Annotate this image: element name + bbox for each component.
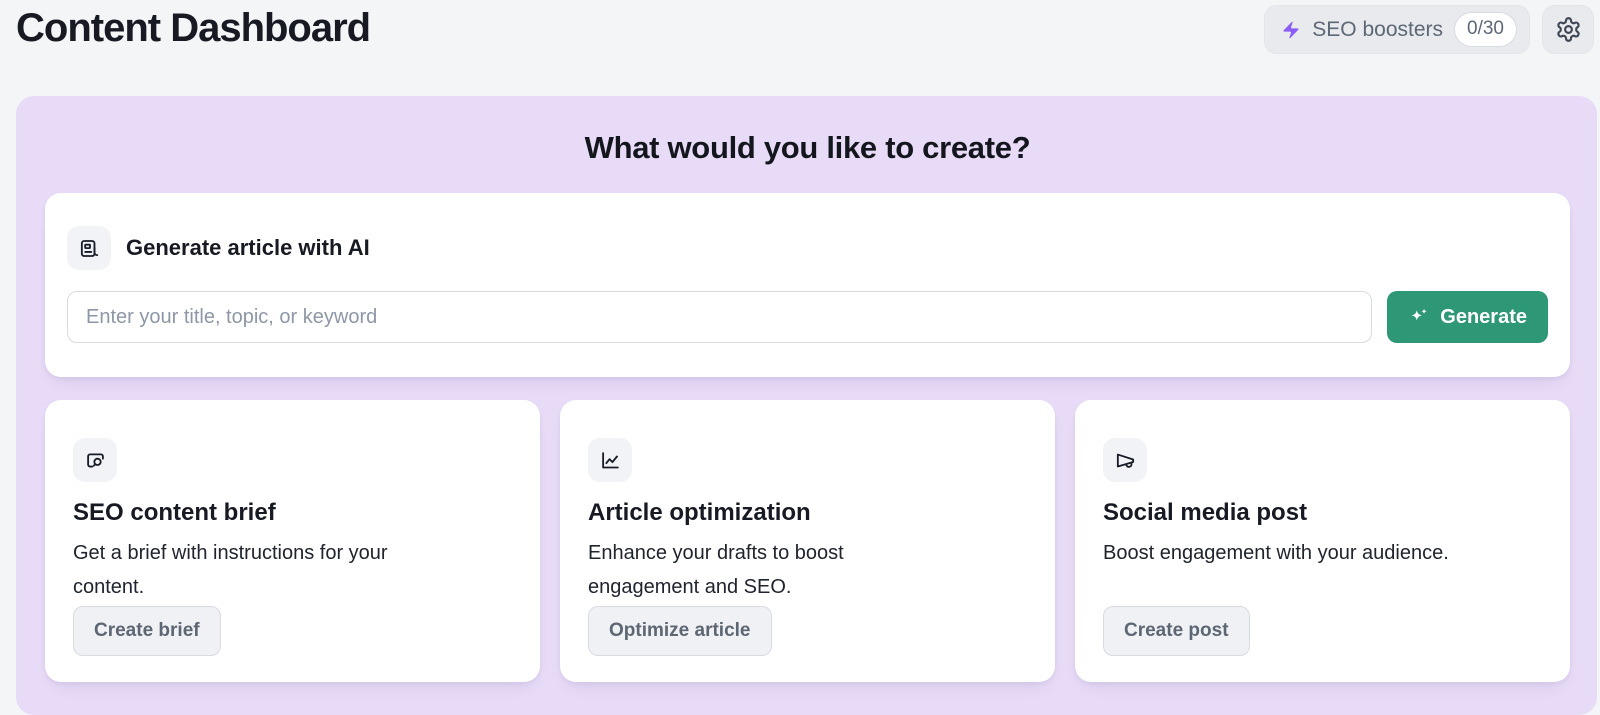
bolt-icon <box>1281 20 1301 40</box>
file-search-icon <box>73 438 117 482</box>
create-brief-button[interactable]: Create brief <box>73 606 221 656</box>
boosters-label: SEO boosters <box>1312 18 1443 42</box>
gear-icon <box>1555 16 1582 43</box>
seo-boosters-badge[interactable]: SEO boosters 0/30 <box>1264 5 1530 54</box>
create-post-button[interactable]: Create post <box>1103 606 1250 656</box>
topic-input[interactable] <box>67 291 1372 343</box>
card-title: Article optimization <box>588 499 811 527</box>
generate-input-row: Generate <box>67 291 1548 343</box>
social-media-post-card: Social media post Boost engagement with … <box>1075 400 1570 682</box>
card-title: Social media post <box>1103 499 1307 527</box>
boosters-count: 0/30 <box>1454 12 1517 47</box>
panel-heading: What would you like to create? <box>45 130 1570 166</box>
create-panel: What would you like to create? Generate … <box>16 96 1597 715</box>
article-icon <box>67 226 111 270</box>
option-cards: SEO content brief Get a brief with instr… <box>45 400 1570 682</box>
settings-button[interactable] <box>1542 5 1594 54</box>
generate-button-label: Generate <box>1440 306 1527 329</box>
generate-article-card: Generate article with AI Generate <box>45 193 1570 377</box>
generate-card-header: Generate article with AI <box>67 226 1548 270</box>
generate-button[interactable]: Generate <box>1387 291 1548 343</box>
topbar-actions: SEO boosters 0/30 <box>1264 4 1594 54</box>
seo-content-brief-card: SEO content brief Get a brief with instr… <box>45 400 540 682</box>
optimize-article-button[interactable]: Optimize article <box>588 606 772 656</box>
card-description: Enhance your drafts to boost engagement … <box>588 536 844 604</box>
card-description: Boost engagement with your audience. <box>1103 536 1449 570</box>
content-dashboard-page: Content Dashboard SEO boosters 0/30 <box>0 0 1600 701</box>
card-title: SEO content brief <box>73 499 276 527</box>
card-description: Get a brief with instructions for your c… <box>73 536 388 604</box>
page-title: Content Dashboard <box>16 6 370 50</box>
line-chart-icon <box>588 438 632 482</box>
generate-card-title: Generate article with AI <box>126 235 370 261</box>
article-optimization-card: Article optimization Enhance your drafts… <box>560 400 1055 682</box>
topbar: Content Dashboard SEO boosters 0/30 <box>0 0 1600 76</box>
sparkles-icon <box>1408 306 1430 328</box>
megaphone-icon <box>1103 438 1147 482</box>
